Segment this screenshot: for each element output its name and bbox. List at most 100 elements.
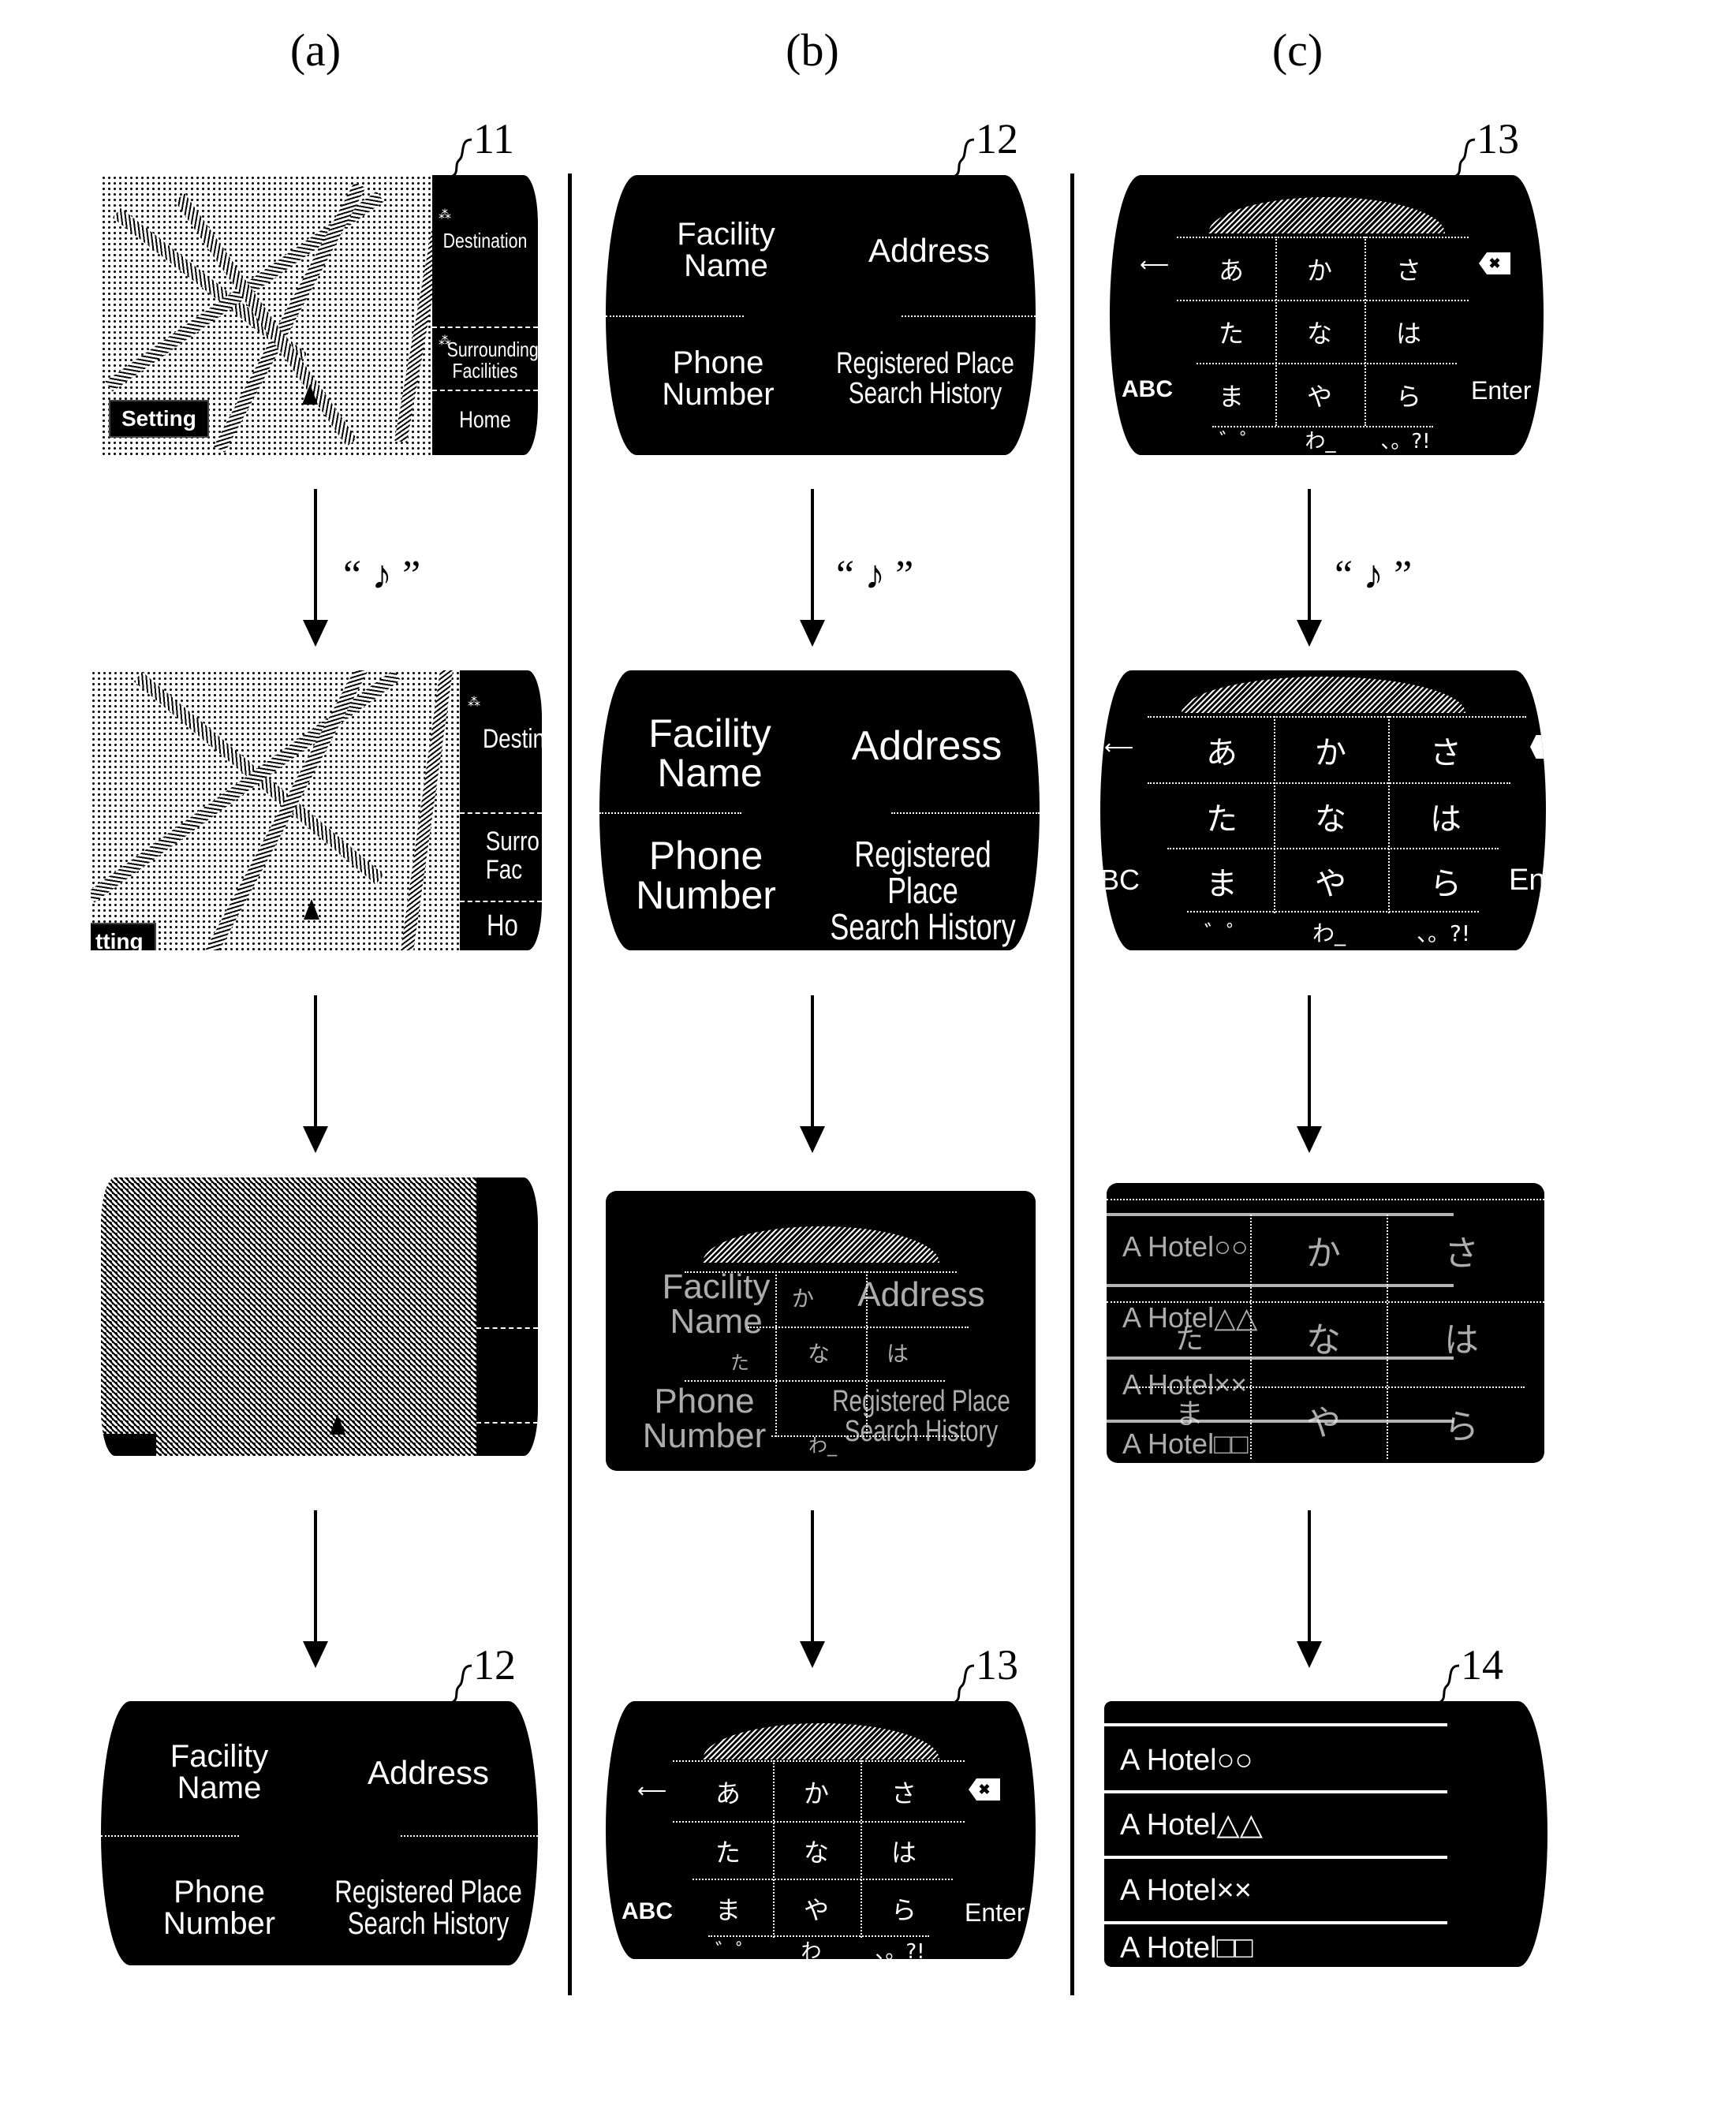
transition-arrow xyxy=(800,1510,825,1668)
hotel-result-list: A Hotel○○ A Hotel△△ A Hotel×× A Hotel□□ xyxy=(1104,1701,1547,1967)
grid-line xyxy=(1250,1215,1252,1459)
wa-key[interactable]: わ_ xyxy=(1285,426,1356,453)
abc-key[interactable]: ABC xyxy=(1122,376,1173,403)
search-address[interactable]: Address xyxy=(338,1756,519,1789)
dakuten-key[interactable]: ゛゜ xyxy=(700,1934,771,1960)
kana-key-ra[interactable]: ら xyxy=(861,1881,947,1936)
ghost-facility-name: Facility Name xyxy=(662,1267,771,1341)
map-road xyxy=(203,670,371,950)
search-address[interactable]: Address xyxy=(842,234,1016,267)
enter-key[interactable]: Enter xyxy=(1471,376,1531,405)
punctuation-key[interactable]: 、。?! xyxy=(857,1934,943,1960)
sound-cue: “ ♪ ” xyxy=(836,553,914,598)
kana-key-ma[interactable]: ま xyxy=(1189,366,1274,424)
list-divider xyxy=(1107,1284,1454,1287)
sound-cue: “ ♪ ” xyxy=(1335,553,1413,598)
kana-key-ha: は xyxy=(1430,801,1462,838)
map-road xyxy=(213,181,366,453)
kana-key-ma[interactable]: ま xyxy=(685,1881,771,1936)
kana-key-ta[interactable]: た xyxy=(685,1823,771,1879)
menu-divider xyxy=(401,1835,538,1837)
kana-key-na[interactable]: な xyxy=(773,1823,860,1879)
transition-arrow xyxy=(800,995,825,1153)
transition-arrow xyxy=(800,489,825,647)
sparkle-icon: ⁂ xyxy=(439,208,451,222)
menu-divider xyxy=(476,1327,538,1329)
wa-key[interactable]: わ_ xyxy=(781,1934,852,1960)
abc-key[interactable]: ABC xyxy=(622,1898,673,1925)
search-facility-name[interactable]: Facility Name xyxy=(637,218,815,282)
hotel-list-item[interactable]: A Hotel□□ xyxy=(1104,1924,1463,1967)
search-registered-place-history[interactable]: Registered Place Search History xyxy=(327,1876,529,1939)
keyboard-dome xyxy=(1208,197,1445,233)
kana-keyboard-screen: ⟵ ABC ✖ Enter あ か さ た な は ま や ら ゛゜ わ_ 、。… xyxy=(606,1701,1036,1959)
ghost-kana-key: さ xyxy=(1444,1233,1479,1274)
kana-key-ra[interactable]: ら xyxy=(1366,366,1451,424)
back-key[interactable]: ⟵ xyxy=(637,1778,666,1803)
menu-surrounding-facilities[interactable]: Surrounding Facilities xyxy=(442,338,538,383)
kana-keyboard-screen: ⟵ ABC ✖ Enter あ か さ た な は ま や ら ゛゜ わ_ 、。… xyxy=(1110,175,1544,455)
map-area: tting xyxy=(91,670,460,950)
search-facility-name[interactable]: Facility Name xyxy=(133,1741,306,1804)
vehicle-position-icon xyxy=(304,899,319,920)
search-menu-screen-zooming: Facility Name Address Phone Number Regis… xyxy=(599,670,1040,950)
kana-key-ka[interactable]: か xyxy=(773,1764,860,1819)
column-label-a: (a) xyxy=(289,24,342,76)
ghost-kana-key: や xyxy=(1306,1403,1341,1443)
transition-arrow xyxy=(1297,995,1322,1153)
kana-key-ra: ら xyxy=(1430,866,1462,902)
punctuation-key: 、。?! xyxy=(1416,920,1471,946)
hotel-list-item[interactable]: A Hotel△△ xyxy=(1104,1797,1463,1853)
column-label-b: (b) xyxy=(786,24,839,76)
kana-key-ha[interactable]: は xyxy=(861,1823,947,1879)
punctuation-key[interactable]: 、。?! xyxy=(1362,426,1449,453)
kana-key-a[interactable]: あ xyxy=(1189,240,1274,298)
ghost-kana-key: な xyxy=(807,1341,830,1367)
backspace-icon[interactable]: ✖ xyxy=(969,1778,1000,1801)
vehicle-position-icon xyxy=(302,384,318,405)
kana-key-na[interactable]: な xyxy=(1277,303,1362,361)
menu-destination[interactable]: Destination xyxy=(442,230,528,252)
kana-keyboard-screen-zooming: ⟵ BC En あ か さ た な は ま や ら ゛゜ わ_ 、。?! xyxy=(1100,670,1546,950)
kana-key-a[interactable]: あ xyxy=(685,1764,771,1819)
kana-key-ka[interactable]: か xyxy=(1277,240,1362,298)
ghost-kana-key: ら xyxy=(1444,1407,1479,1447)
grid-line xyxy=(693,1879,953,1880)
backspace-icon xyxy=(1530,735,1546,759)
map-screen-transition xyxy=(101,1177,538,1456)
hotel-list-item[interactable]: A Hotel○○ xyxy=(1104,1733,1463,1788)
dakuten-key: ゛゜ xyxy=(1204,920,1249,946)
search-menu-screen: Facility Name Address Phone Number Regis… xyxy=(606,175,1036,455)
search-to-keyboard-transition: Facility Name Address Phone Number Regis… xyxy=(606,1191,1036,1471)
setting-button[interactable]: Setting xyxy=(109,400,209,438)
backspace-icon[interactable]: ✖ xyxy=(1479,252,1510,274)
kana-key-ya[interactable]: や xyxy=(773,1881,860,1936)
kana-key-na: な xyxy=(1315,801,1346,838)
map-side-menu: ⁂ Destination ⁂ Surrounding Facilities H… xyxy=(432,175,538,455)
menu-divider xyxy=(902,315,1036,317)
grid-line xyxy=(1197,363,1457,364)
hotel-list-item[interactable]: A Hotel×× xyxy=(1104,1863,1463,1918)
dakuten-key[interactable]: ゛゜ xyxy=(1204,426,1275,453)
menu-home[interactable]: Home xyxy=(442,408,528,433)
search-registered-place-history[interactable]: Registered Place Search History xyxy=(827,349,1024,409)
leader-line-icon xyxy=(954,1664,975,1704)
kana-key-a: あ xyxy=(1206,735,1238,771)
wa-key: わ_ xyxy=(1312,920,1346,946)
kana-key-sa[interactable]: さ xyxy=(861,1764,947,1819)
search-phone-number[interactable]: Phone Number xyxy=(629,347,807,410)
kana-key-ha[interactable]: は xyxy=(1366,303,1451,361)
kana-key-ya[interactable]: や xyxy=(1277,366,1362,424)
grid-line xyxy=(1148,716,1526,718)
kana-key-ta: た xyxy=(1206,801,1238,838)
map-screen[interactable]: Setting ⁂ Destination ⁂ Surrounding Faci… xyxy=(101,175,538,455)
kana-key-ta[interactable]: た xyxy=(1189,303,1274,361)
ghost-kana-key: な xyxy=(1306,1320,1341,1360)
search-phone-number[interactable]: Phone Number xyxy=(133,1876,306,1939)
search-registered-place-history: Registered Place Search History xyxy=(830,834,1016,947)
map-area[interactable]: Setting xyxy=(101,175,457,455)
enter-key[interactable]: Enter xyxy=(965,1898,1025,1927)
kana-key-sa[interactable]: さ xyxy=(1366,240,1451,298)
grid-line xyxy=(673,1760,965,1762)
back-key[interactable]: ⟵ xyxy=(1140,252,1169,277)
